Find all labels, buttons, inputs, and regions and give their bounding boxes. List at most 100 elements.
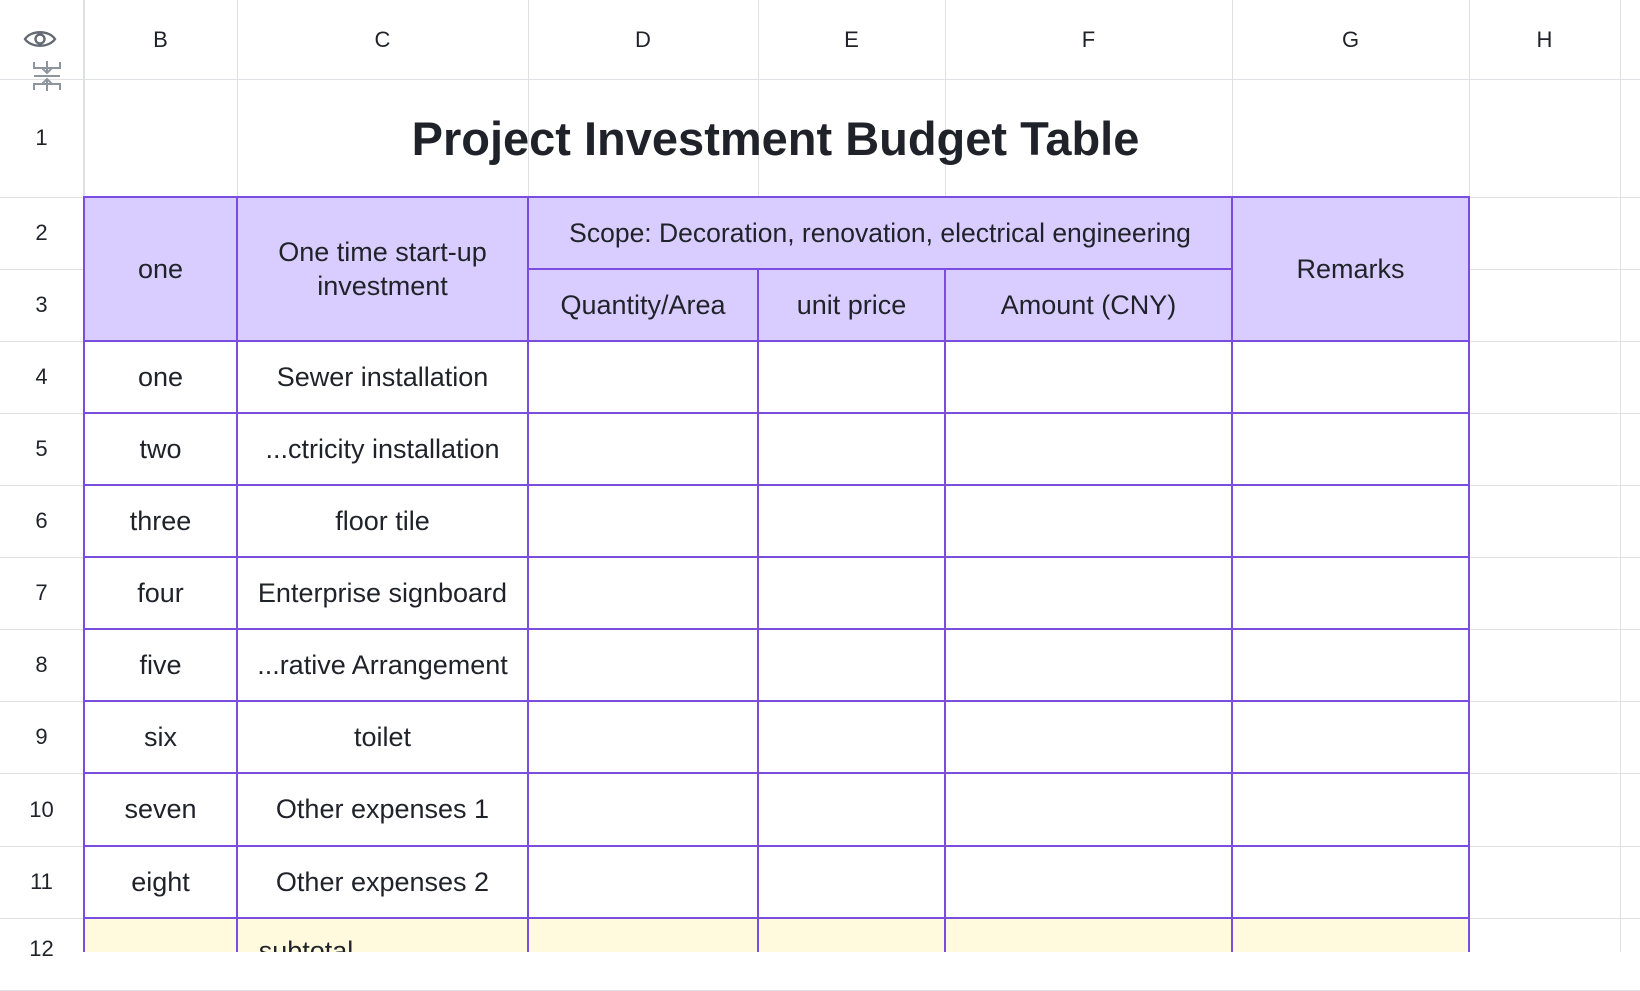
item-amount-cell[interactable] (945, 485, 1232, 557)
border-line (527, 196, 529, 952)
column-header-g[interactable]: G (1232, 0, 1469, 79)
item-name-cell[interactable]: toilet (237, 701, 528, 773)
item-remarks-cell[interactable] (1232, 846, 1469, 918)
eye-icon[interactable] (20, 24, 60, 54)
item-quantity-cell[interactable] (528, 341, 758, 413)
subtotal-amount-cell[interactable] (945, 918, 1232, 952)
border-line (236, 196, 238, 952)
item-quantity-cell[interactable] (528, 557, 758, 629)
row-header-7[interactable]: 7 (0, 557, 83, 629)
item-unit-price-cell[interactable] (758, 773, 945, 846)
header-quantity[interactable]: Quantity/Area (528, 269, 758, 341)
border-line (83, 628, 1470, 630)
item-unit-price-cell[interactable] (758, 341, 945, 413)
border-line (83, 700, 1470, 702)
item-amount-cell[interactable] (945, 846, 1232, 918)
item-quantity-cell[interactable] (528, 846, 758, 918)
item-unit-price-cell[interactable] (758, 629, 945, 701)
header-scope[interactable]: Scope: Decoration, renovation, electrica… (528, 197, 1232, 269)
item-no-cell[interactable]: four (84, 557, 237, 629)
row-header-11[interactable]: 11 (0, 846, 83, 918)
sheet-title[interactable]: Project Investment Budget Table (84, 79, 1467, 197)
item-no-cell[interactable]: three (84, 485, 237, 557)
item-remarks-cell[interactable] (1232, 629, 1469, 701)
border-line (83, 412, 1470, 414)
item-amount-cell[interactable] (945, 773, 1232, 846)
item-no-cell[interactable]: six (84, 701, 237, 773)
row-header-1[interactable]: 1 (0, 79, 83, 197)
row-header-4[interactable]: 4 (0, 341, 83, 413)
item-unit-price-cell[interactable] (758, 485, 945, 557)
item-remarks-cell[interactable] (1232, 341, 1469, 413)
header-unit-price[interactable]: unit price (758, 269, 945, 341)
header-amount[interactable]: Amount (CNY) (945, 269, 1232, 341)
border-line (1231, 196, 1233, 952)
border-line (83, 845, 1470, 847)
border-line (83, 917, 1470, 919)
subtotal-remarks-cell[interactable] (1232, 918, 1469, 952)
subtotal-unit-price-cell[interactable] (758, 918, 945, 952)
item-name-cell[interactable]: floor tile (237, 485, 528, 557)
item-no-cell[interactable]: eight (84, 846, 237, 918)
grid-line (1620, 0, 1621, 952)
column-header-b[interactable]: B (84, 0, 237, 79)
item-name-cell[interactable]: Sewer installation (237, 341, 528, 413)
item-amount-cell[interactable] (945, 413, 1232, 485)
item-name-cell[interactable]: Other expenses 1 (237, 773, 528, 846)
item-name-cell[interactable]: Enterprise signboard (237, 557, 528, 629)
row-header-10[interactable]: 10 (0, 773, 83, 846)
item-quantity-cell[interactable] (528, 629, 758, 701)
item-no-cell[interactable]: two (84, 413, 237, 485)
item-unit-price-cell[interactable] (758, 413, 945, 485)
column-header-f[interactable]: F (945, 0, 1232, 79)
item-unit-price-cell[interactable] (758, 557, 945, 629)
border-line (1468, 196, 1470, 952)
border-line (83, 196, 85, 952)
column-header-d[interactable]: D (528, 0, 758, 79)
item-amount-cell[interactable] (945, 557, 1232, 629)
row-header-8[interactable]: 8 (0, 629, 83, 701)
border-line (757, 268, 759, 952)
subtotal-label: subtotal (258, 936, 354, 952)
border-line (83, 340, 1470, 342)
column-header-e[interactable]: E (758, 0, 945, 79)
item-remarks-cell[interactable] (1232, 413, 1469, 485)
item-remarks-cell[interactable] (1232, 485, 1469, 557)
border-line (83, 484, 1470, 486)
item-unit-price-cell[interactable] (758, 846, 945, 918)
row-header-5[interactable]: 5 (0, 413, 83, 485)
item-amount-cell[interactable] (945, 341, 1232, 413)
item-name-cell[interactable]: Other expenses 2 (237, 846, 528, 918)
subtotal-quantity-cell[interactable] (528, 918, 758, 952)
item-quantity-cell[interactable] (528, 413, 758, 485)
row-header-6[interactable]: 6 (0, 485, 83, 557)
header-remarks[interactable]: Remarks (1232, 197, 1469, 341)
row-header-2[interactable]: 2 (0, 197, 83, 269)
row-header-9[interactable]: 9 (0, 701, 83, 773)
item-remarks-cell[interactable] (1232, 773, 1469, 846)
item-amount-cell[interactable] (945, 629, 1232, 701)
item-amount-cell[interactable] (945, 701, 1232, 773)
item-no-cell[interactable]: five (84, 629, 237, 701)
header-no[interactable]: one (84, 197, 237, 341)
border-line (83, 196, 1470, 198)
item-quantity-cell[interactable] (528, 773, 758, 846)
item-name-cell[interactable]: ...ctricity installation (237, 413, 528, 485)
column-header-h[interactable]: H (1469, 0, 1620, 79)
item-no-cell[interactable]: seven (84, 773, 237, 846)
item-remarks-cell[interactable] (1232, 557, 1469, 629)
item-remarks-cell[interactable] (1232, 701, 1469, 773)
row-header-12[interactable]: 12 (0, 918, 83, 961)
item-no-cell[interactable]: one (84, 341, 237, 413)
item-unit-price-cell[interactable] (758, 701, 945, 773)
border-line (83, 772, 1470, 774)
border-line (527, 268, 1233, 270)
column-header-c[interactable]: C (237, 0, 528, 79)
item-name-cell[interactable]: ...rative Arrangement (237, 629, 528, 701)
row-header-3[interactable]: 3 (0, 269, 83, 341)
subtotal-label-cell[interactable]: subtotal (84, 918, 528, 952)
border-line (83, 556, 1470, 558)
item-quantity-cell[interactable] (528, 485, 758, 557)
header-item[interactable]: One time start-up investment (237, 197, 528, 341)
item-quantity-cell[interactable] (528, 701, 758, 773)
